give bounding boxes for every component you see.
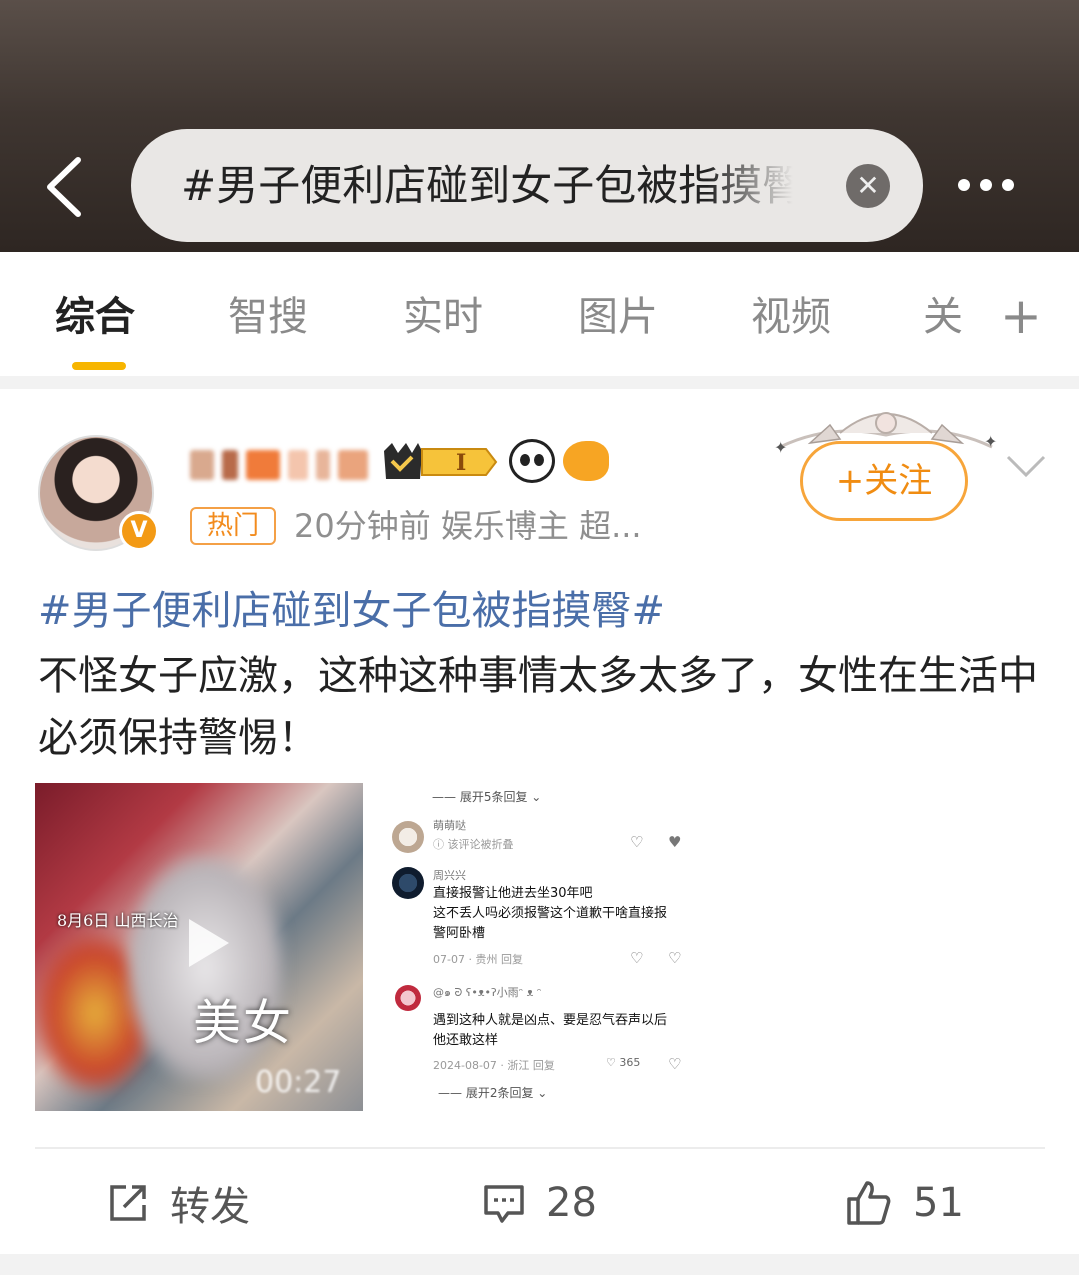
comment-icon xyxy=(484,1185,524,1223)
svg-text:✦: ✦ xyxy=(774,438,787,457)
dot-icon xyxy=(980,179,992,191)
chevron-down-icon[interactable] xyxy=(1006,451,1046,481)
post-text: 不怪女子应激，这种这种事情太多太多了，女性在生活中必须保持警惕！ xyxy=(38,653,1038,761)
tab-videos[interactable]: 视频 xyxy=(751,292,831,342)
repost-button[interactable]: 转发 xyxy=(106,1179,250,1230)
avatar xyxy=(395,985,421,1011)
comment-text: 警阿卧槽 xyxy=(433,926,486,941)
weibo-search-results: #男子便利店碰到女子包被指摸臀# ✕ 综合 智搜 实时 图片 视频 关 + V xyxy=(0,0,1079,1275)
tab-smart-search[interactable]: 智搜 xyxy=(228,292,308,342)
tab-comprehensive[interactable]: 综合 xyxy=(55,292,135,342)
like-button[interactable]: 51 xyxy=(845,1179,964,1227)
more-options-button[interactable] xyxy=(958,168,1038,202)
search-query: #男子便利店碰到女子包被指摸臀# xyxy=(181,161,793,210)
follow-button[interactable]: +关注 xyxy=(800,441,968,521)
search-input[interactable]: #男子便利店碰到女子包被指摸臀# ✕ xyxy=(131,129,923,242)
post-card[interactable]: V I 热门 20分钟前 娱乐博主 超... ✦ ✦ +关注 #男子便利店碰到女… xyxy=(0,389,1079,1254)
video-thumbnail[interactable]: 8月6日 山西长治 美女 00:27 xyxy=(35,783,363,1111)
dot-icon xyxy=(958,179,970,191)
comment-author: 萌萌哒 xyxy=(433,819,466,832)
divider xyxy=(35,1147,1045,1149)
clear-search-button[interactable]: ✕ xyxy=(846,164,890,208)
avatar xyxy=(392,821,424,853)
avatar xyxy=(392,867,424,899)
panda-icon xyxy=(509,439,555,483)
fish-icon xyxy=(563,441,609,481)
comment-meta: 07-07 · 贵州 回复 xyxy=(433,953,523,966)
tab-images[interactable]: 图片 xyxy=(578,292,658,342)
comment-button[interactable]: 28 xyxy=(482,1179,597,1227)
tab-realtime[interactable]: 实时 xyxy=(403,292,483,342)
comment-text: 这不丢人吗必须报警这个道歉干啥直接报 xyxy=(433,906,668,921)
post-meta: 20分钟前 娱乐博主 超... xyxy=(294,507,642,545)
tab-follow[interactable]: 关 xyxy=(923,292,963,342)
comment-likes: ♡ 365 xyxy=(606,1056,641,1069)
hot-badge: 热门 xyxy=(190,507,276,545)
member-level-badge: I xyxy=(378,441,498,483)
broken-heart-icon: ♥ xyxy=(668,833,682,851)
comment-meta: 2024-08-07 · 浙江 回复 xyxy=(433,1059,555,1072)
dislike-icon: ♡ xyxy=(668,949,682,967)
add-tab-icon[interactable]: + xyxy=(1000,288,1042,344)
comment-author: @๑ ᘒ ʕ•ᴥ•ʔ小雨ᵔ ᴥ ᵔ xyxy=(433,986,542,999)
topic-link[interactable]: #男子便利店碰到女子包被指摸臀# xyxy=(38,585,665,637)
video-caption: 美女 xyxy=(193,995,294,1051)
expand-replies-top: —— 展开5条回复 ⌄ xyxy=(432,790,542,804)
comment-text: 他还敢这样 xyxy=(433,1033,499,1048)
video-date-overlay: 8月6日 山西长治 xyxy=(57,911,179,930)
chevron-left-icon xyxy=(47,157,81,217)
back-button[interactable] xyxy=(40,152,100,222)
video-duration: 00:27 xyxy=(255,1065,342,1100)
search-header: #男子便利店碰到女子包被指摸臀# ✕ xyxy=(0,0,1079,252)
close-icon: ✕ xyxy=(856,169,880,202)
svg-text:✦: ✦ xyxy=(984,432,997,451)
search-tabs: 综合 智搜 实时 图片 视频 关 + xyxy=(0,252,1079,376)
heart-icon: ♡ xyxy=(630,833,644,851)
comment-folded-note: ⓘ 该评论被折叠 xyxy=(433,838,514,851)
verified-icon: V xyxy=(119,511,159,551)
like-count: 51 xyxy=(913,1180,964,1226)
comment-text: 直接报警让他进去坐30年吧 xyxy=(433,886,593,901)
share-icon xyxy=(110,1185,146,1221)
dislike-icon: ♡ xyxy=(668,1055,682,1073)
heart-icon: ♡ xyxy=(630,949,644,967)
comments-screenshot[interactable]: —— 展开5条回复 ⌄ 萌萌哒 ⓘ 该评论被折叠 ♡ ♥ 周兴兴 直接报警让他进… xyxy=(380,783,710,1113)
comment-text: 遇到这种人就是凶点、要是忍气吞声以后 xyxy=(433,1013,668,1028)
play-icon[interactable] xyxy=(175,913,235,973)
thumbs-up-icon xyxy=(847,1181,891,1225)
repost-label: 转发 xyxy=(170,1184,250,1230)
active-tab-indicator xyxy=(72,362,126,370)
comment-count: 28 xyxy=(546,1180,597,1226)
dot-icon xyxy=(1002,179,1014,191)
comment-author: 周兴兴 xyxy=(433,869,466,882)
username-mosaic[interactable] xyxy=(190,447,368,483)
expand-replies-bottom: —— 展开2条回复 ⌄ xyxy=(438,1086,548,1100)
svg-text:I: I xyxy=(456,450,466,476)
